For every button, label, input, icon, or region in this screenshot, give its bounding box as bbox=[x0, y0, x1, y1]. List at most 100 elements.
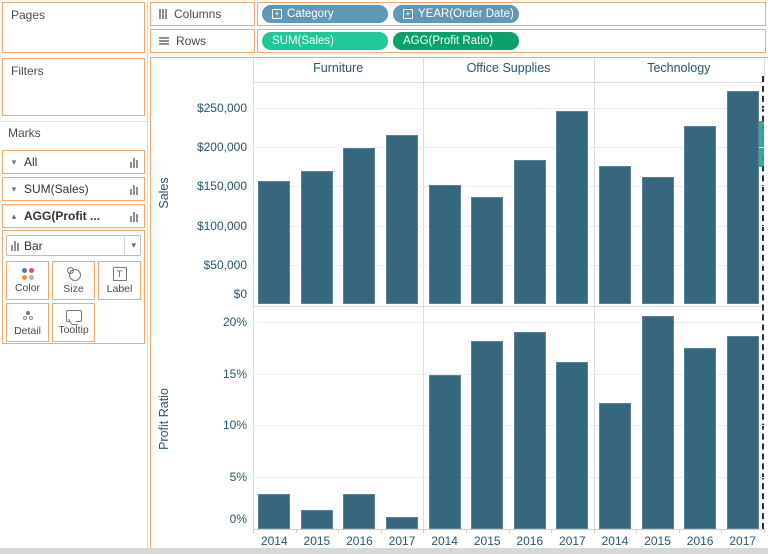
category-header[interactable]: Office Supplies bbox=[423, 61, 593, 81]
x-axis-tick-mark bbox=[423, 529, 424, 533]
tableau-window: Pages Filters Marks ▾ All ▾ SUM(Sales) ▴… bbox=[0, 0, 768, 554]
filters-shelf[interactable]: Filters bbox=[2, 58, 145, 116]
category-header[interactable]: Technology bbox=[594, 61, 764, 81]
filters-shelf-label: Filters bbox=[11, 64, 44, 78]
bar-technology-2014[interactable] bbox=[599, 166, 631, 304]
tooltip-button[interactable]: Tooltip bbox=[52, 303, 95, 342]
x-axis-year-label[interactable]: 2015 bbox=[637, 534, 679, 548]
pill-category[interactable]: + Category bbox=[262, 5, 388, 23]
x-axis-tick-mark bbox=[764, 529, 765, 533]
bar-office-supplies-2014[interactable] bbox=[429, 375, 461, 529]
bar-office-supplies-2016[interactable] bbox=[514, 332, 546, 529]
category-header[interactable]: Furniture bbox=[253, 61, 423, 81]
x-axis-year-label[interactable]: 2016 bbox=[509, 534, 551, 548]
x-axis-year-label[interactable]: 2017 bbox=[551, 534, 593, 548]
mark-type-dropdown[interactable]: Bar ▾ bbox=[6, 235, 141, 256]
marks-card-sum-sales[interactable]: ▾ SUM(Sales) bbox=[2, 177, 145, 201]
chevron-up-icon[interactable]: ▴ bbox=[9, 211, 19, 222]
x-axis-year-label[interactable]: 2014 bbox=[594, 534, 636, 548]
bar-technology-2015[interactable] bbox=[642, 316, 674, 529]
columns-shelf-icon bbox=[159, 9, 167, 19]
pill-sum-sales[interactable]: SUM(Sales) bbox=[262, 32, 388, 50]
x-axis-tick-mark bbox=[338, 529, 339, 533]
label-button[interactable]: T Label bbox=[98, 261, 141, 300]
pages-shelf-label: Pages bbox=[11, 8, 45, 22]
y-axis-tick-label: 20% bbox=[151, 315, 247, 329]
marks-section-divider bbox=[0, 121, 147, 122]
bar-office-supplies-2016[interactable] bbox=[514, 160, 546, 304]
x-axis-year-label[interactable]: 2015 bbox=[466, 534, 508, 548]
color-button-label: Color bbox=[15, 282, 40, 294]
bar-furniture-2017[interactable] bbox=[386, 517, 418, 529]
tooltip-button-label: Tooltip bbox=[58, 324, 88, 336]
y-axis-tick-label: 10% bbox=[151, 418, 247, 432]
x-axis-year-label[interactable]: 2016 bbox=[338, 534, 380, 548]
detail-dots-icon bbox=[23, 309, 33, 323]
size-button-label: Size bbox=[63, 283, 83, 295]
bar-office-supplies-2017[interactable] bbox=[556, 362, 588, 529]
rows-shelf[interactable]: SUM(Sales) AGG(Profit Ratio) bbox=[257, 29, 766, 53]
y-axis-tick-label: $150,000 bbox=[151, 179, 247, 193]
bar-office-supplies-2015[interactable] bbox=[471, 341, 503, 529]
expand-plus-icon[interactable]: + bbox=[403, 9, 413, 19]
pill-year-order-date[interactable]: + YEAR(Order Date) bbox=[393, 5, 519, 23]
x-axis-tick-mark bbox=[721, 529, 722, 533]
bar-furniture-2015[interactable] bbox=[301, 171, 333, 304]
x-axis-year-label[interactable]: 2014 bbox=[424, 534, 466, 548]
marks-card-all[interactable]: ▾ All bbox=[2, 150, 145, 174]
rows-shelf-label: Rows bbox=[176, 34, 206, 48]
columns-shelf-label-box: Columns bbox=[150, 2, 255, 26]
x-axis-year-label[interactable]: 2017 bbox=[722, 534, 764, 548]
bar-technology-2014[interactable] bbox=[599, 403, 631, 529]
marks-panel-title: Marks bbox=[8, 126, 41, 140]
bar-furniture-2016[interactable] bbox=[343, 148, 375, 304]
bar-technology-2017[interactable] bbox=[727, 336, 759, 529]
y-axis-tick-label: 0% bbox=[151, 512, 247, 526]
bar-technology-2017[interactable] bbox=[727, 91, 759, 304]
pill-agg-profit-ratio[interactable]: AGG(Profit Ratio) bbox=[393, 32, 519, 50]
pill-category-label: Category bbox=[287, 8, 334, 20]
rows-shelf-label-box: Rows bbox=[150, 29, 255, 53]
y-axis-tick-label: $250,000 bbox=[151, 101, 247, 115]
x-axis-tick-mark bbox=[636, 529, 637, 533]
bar-office-supplies-2015[interactable] bbox=[471, 197, 503, 304]
bar-furniture-2016[interactable] bbox=[343, 494, 375, 529]
x-axis-tick-mark bbox=[679, 529, 680, 533]
marks-card-body: Bar ▾ Color Size T Label bbox=[2, 230, 145, 344]
x-axis-year-label[interactable]: 2016 bbox=[679, 534, 721, 548]
x-axis-tick-mark bbox=[509, 529, 510, 533]
pages-shelf[interactable]: Pages bbox=[2, 2, 145, 53]
chevron-down-icon[interactable]: ▾ bbox=[9, 184, 19, 195]
color-button[interactable]: Color bbox=[6, 261, 49, 300]
marks-card-agg-profit[interactable]: ▴ AGG(Profit ... bbox=[2, 204, 145, 228]
detail-button-label: Detail bbox=[14, 325, 41, 337]
mark-type-value: Bar bbox=[24, 239, 43, 253]
bar-furniture-2015[interactable] bbox=[301, 510, 333, 529]
x-axis-year-label[interactable]: 2014 bbox=[253, 534, 295, 548]
pill-year-order-date-label: YEAR(Order Date) bbox=[418, 8, 514, 20]
sidebar-separator bbox=[147, 0, 148, 554]
text-label-icon: T bbox=[113, 267, 127, 281]
rows-shelf-icon bbox=[159, 37, 169, 45]
bar-furniture-2014[interactable] bbox=[258, 494, 290, 529]
bar-technology-2015[interactable] bbox=[642, 177, 674, 304]
bar-furniture-2017[interactable] bbox=[386, 135, 418, 304]
x-axis-year-label[interactable]: 2015 bbox=[296, 534, 338, 548]
bar-office-supplies-2014[interactable] bbox=[429, 185, 461, 304]
bar-chart-icon bbox=[130, 211, 138, 222]
bar-technology-2016[interactable] bbox=[684, 348, 716, 529]
x-axis-year-label[interactable]: 2017 bbox=[381, 534, 423, 548]
size-button[interactable]: Size bbox=[52, 261, 95, 300]
bar-office-supplies-2017[interactable] bbox=[556, 111, 588, 304]
bar-technology-2016[interactable] bbox=[684, 126, 716, 304]
bar-furniture-2014[interactable] bbox=[258, 181, 290, 304]
label-button-label: Label bbox=[107, 283, 133, 295]
panel-border bbox=[764, 58, 765, 82]
x-axis-tick-mark bbox=[253, 529, 254, 533]
detail-button[interactable]: Detail bbox=[6, 303, 49, 342]
dropdown-caret-icon[interactable]: ▾ bbox=[124, 236, 136, 255]
expand-plus-icon[interactable]: + bbox=[272, 9, 282, 19]
columns-shelf[interactable]: + Category + YEAR(Order Date) bbox=[257, 2, 766, 26]
pill-agg-profit-ratio-label: AGG(Profit Ratio) bbox=[403, 35, 493, 47]
chevron-down-icon[interactable]: ▾ bbox=[9, 157, 19, 168]
